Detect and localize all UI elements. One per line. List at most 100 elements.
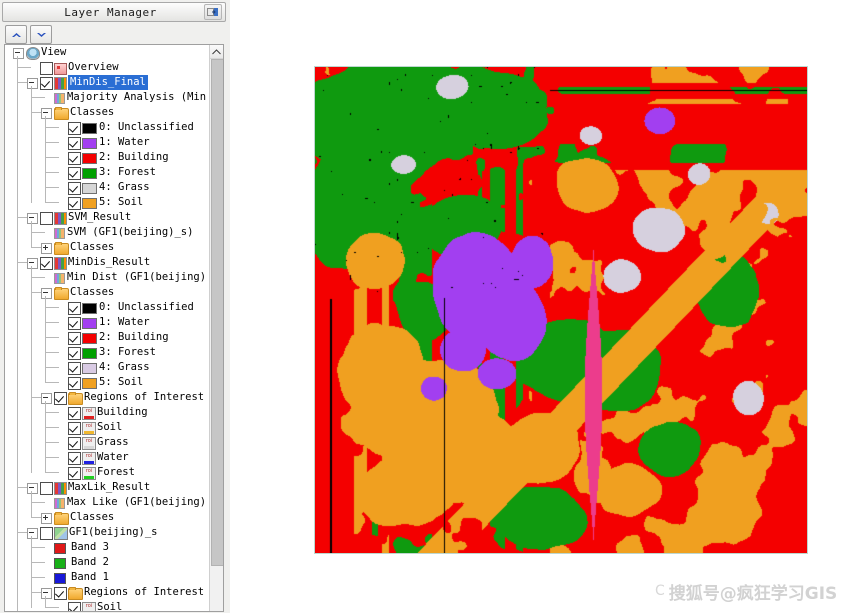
dock-panel-icon[interactable]: [204, 4, 222, 20]
layer-visibility-checkbox[interactable]: [40, 257, 53, 270]
tree-item-gf1_file[interactable]: GF1(beijing)_s: [5, 525, 210, 540]
tree-item-c1_3[interactable]: 3: Forest: [5, 165, 210, 180]
tree-item-c2_5[interactable]: 5: Soil: [5, 375, 210, 390]
collapse-toggle[interactable]: [27, 528, 38, 539]
class-color-swatch: [82, 318, 97, 329]
tree-item-band1[interactable]: Band 1: [5, 570, 210, 585]
tree-item-classes_svm[interactable]: Classes: [5, 240, 210, 255]
layer-visibility-checkbox[interactable]: [54, 587, 67, 600]
layer-visibility-checkbox[interactable]: [68, 167, 81, 180]
collapse-toggle[interactable]: [27, 483, 38, 494]
tree-item-c2_1[interactable]: 1: Water: [5, 315, 210, 330]
collapse-toggle[interactable]: [13, 48, 24, 59]
expand-toggle[interactable]: [41, 513, 52, 524]
layer-tree[interactable]: View Overview MinDis_Final Majority Analysi…: [5, 45, 210, 611]
layer-visibility-checkbox[interactable]: [68, 182, 81, 195]
collapse-toggle[interactable]: [41, 108, 52, 119]
roi-color-bar: [84, 461, 94, 464]
tree-item-c1_0[interactable]: 0: Unclassified: [5, 120, 210, 135]
collapse-toggle[interactable]: [27, 213, 38, 224]
tree-item-svm_file[interactable]: SVM (GF1(beijing)_s): [5, 225, 210, 240]
panel-toolbar: [2, 24, 224, 44]
tree-item-majority_analysis[interactable]: Majority Analysis (Min: [5, 90, 210, 105]
map-canvas[interactable]: [315, 67, 807, 553]
layer-visibility-checkbox[interactable]: [68, 197, 81, 210]
layer-visibility-checkbox[interactable]: [40, 212, 53, 225]
tree-item-classes_maxlik[interactable]: Classes: [5, 510, 210, 525]
folder-icon: [54, 242, 69, 255]
layer-visibility-checkbox[interactable]: [68, 152, 81, 165]
tree-item-c1_4[interactable]: 4: Grass: [5, 180, 210, 195]
tree-item-classes_1[interactable]: Classes: [5, 105, 210, 120]
tree-item-c2_3[interactable]: 3: Forest: [5, 345, 210, 360]
collapse-toggle[interactable]: [27, 258, 38, 269]
layer-visibility-checkbox[interactable]: [68, 362, 81, 375]
tree-item-overview[interactable]: Overview: [5, 60, 210, 75]
tree-item-roi_water[interactable]: roi Water: [5, 450, 210, 465]
collapse-toggle[interactable]: [41, 288, 52, 299]
layer-visibility-checkbox[interactable]: [68, 332, 81, 345]
classification-result-image[interactable]: [314, 66, 808, 554]
monitor-icon: [54, 63, 67, 75]
tree-item-mindis_final[interactable]: MinDis_Final: [5, 75, 210, 90]
layer-tree-scrollbar[interactable]: [209, 45, 223, 611]
tree-item-c2_2[interactable]: 2: Building: [5, 330, 210, 345]
layer-visibility-checkbox[interactable]: [40, 62, 53, 75]
tree-item-c1_2[interactable]: 2: Building: [5, 150, 210, 165]
tree-item-roi_2[interactable]: Regions of Interest: [5, 585, 210, 600]
tree-item-roi_building[interactable]: roi Building: [5, 405, 210, 420]
tree-item-roi2_soil[interactable]: roi Soil: [5, 600, 210, 611]
tree-item-svm_result[interactable]: SVM_Result: [5, 210, 210, 225]
class-color-swatch: [82, 303, 97, 314]
layer-visibility-checkbox[interactable]: [68, 437, 81, 450]
tree-item-label: Classes: [70, 286, 115, 298]
tree-item-c2_0[interactable]: 0: Unclassified: [5, 300, 210, 315]
layer-visibility-checkbox[interactable]: [40, 77, 53, 90]
tree-item-mindis_result[interactable]: MinDis_Result: [5, 255, 210, 270]
layer-visibility-checkbox[interactable]: [68, 377, 81, 390]
tree-item-band2[interactable]: Band 2: [5, 555, 210, 570]
tree-item-maxlik_result[interactable]: MaxLik_Result: [5, 480, 210, 495]
layer-visibility-checkbox[interactable]: [68, 452, 81, 465]
layer-visibility-checkbox[interactable]: [68, 137, 81, 150]
layer-visibility-checkbox[interactable]: [40, 482, 53, 495]
classification-grid-icon: [54, 77, 67, 90]
tree-item-c1_5[interactable]: 5: Soil: [5, 195, 210, 210]
roi-icon: roi: [82, 437, 96, 450]
layer-visibility-checkbox[interactable]: [68, 347, 81, 360]
tree-item-label: Forest: [97, 466, 135, 478]
tree-item-classes_2[interactable]: Classes: [5, 285, 210, 300]
layer-visibility-checkbox[interactable]: [68, 602, 81, 611]
tree-item-c1_1[interactable]: 1: Water: [5, 135, 210, 150]
layer-visibility-checkbox[interactable]: [54, 392, 67, 405]
expand-toggle[interactable]: [41, 243, 52, 254]
layer-visibility-checkbox[interactable]: [68, 407, 81, 420]
layer-visibility-checkbox[interactable]: [68, 302, 81, 315]
collapse-toggle[interactable]: [41, 393, 52, 404]
collapse-toggle[interactable]: [41, 588, 52, 599]
scroll-up-arrow[interactable]: [210, 45, 223, 59]
tree-item-band3[interactable]: Band 3: [5, 540, 210, 555]
tree-item-roi_grass[interactable]: roi Grass: [5, 435, 210, 450]
tree-item-view[interactable]: View: [5, 45, 210, 60]
tree-item-roi_forest[interactable]: roi Forest: [5, 465, 210, 480]
collapse-toggle[interactable]: [27, 78, 38, 89]
tree-item-maxlike_file[interactable]: Max Like (GF1(beijing): [5, 495, 210, 510]
roi-icon: roi: [82, 467, 96, 480]
layer-visibility-checkbox[interactable]: [68, 422, 81, 435]
tree-item-mindist_file[interactable]: Min Dist (GF1(beijing): [5, 270, 210, 285]
tree-item-c2_4[interactable]: 4: Grass: [5, 360, 210, 375]
layer-visibility-checkbox[interactable]: [40, 527, 53, 540]
move-layer-up-button[interactable]: [5, 25, 27, 44]
move-layer-down-button[interactable]: [30, 25, 52, 44]
class-color-swatch: [82, 363, 97, 374]
tree-item-label: Majority Analysis (Min: [67, 91, 207, 103]
layer-visibility-checkbox[interactable]: [68, 317, 81, 330]
scrollbar-thumb[interactable]: [211, 59, 223, 566]
tree-item-roi_1[interactable]: Regions of Interest: [5, 390, 210, 405]
tree-item-label: 1: Water: [99, 316, 150, 328]
tree-item-roi_soil[interactable]: roi Soil: [5, 420, 210, 435]
layer-visibility-checkbox[interactable]: [68, 122, 81, 135]
layer-visibility-checkbox[interactable]: [68, 467, 81, 480]
folder-icon: [68, 392, 83, 405]
